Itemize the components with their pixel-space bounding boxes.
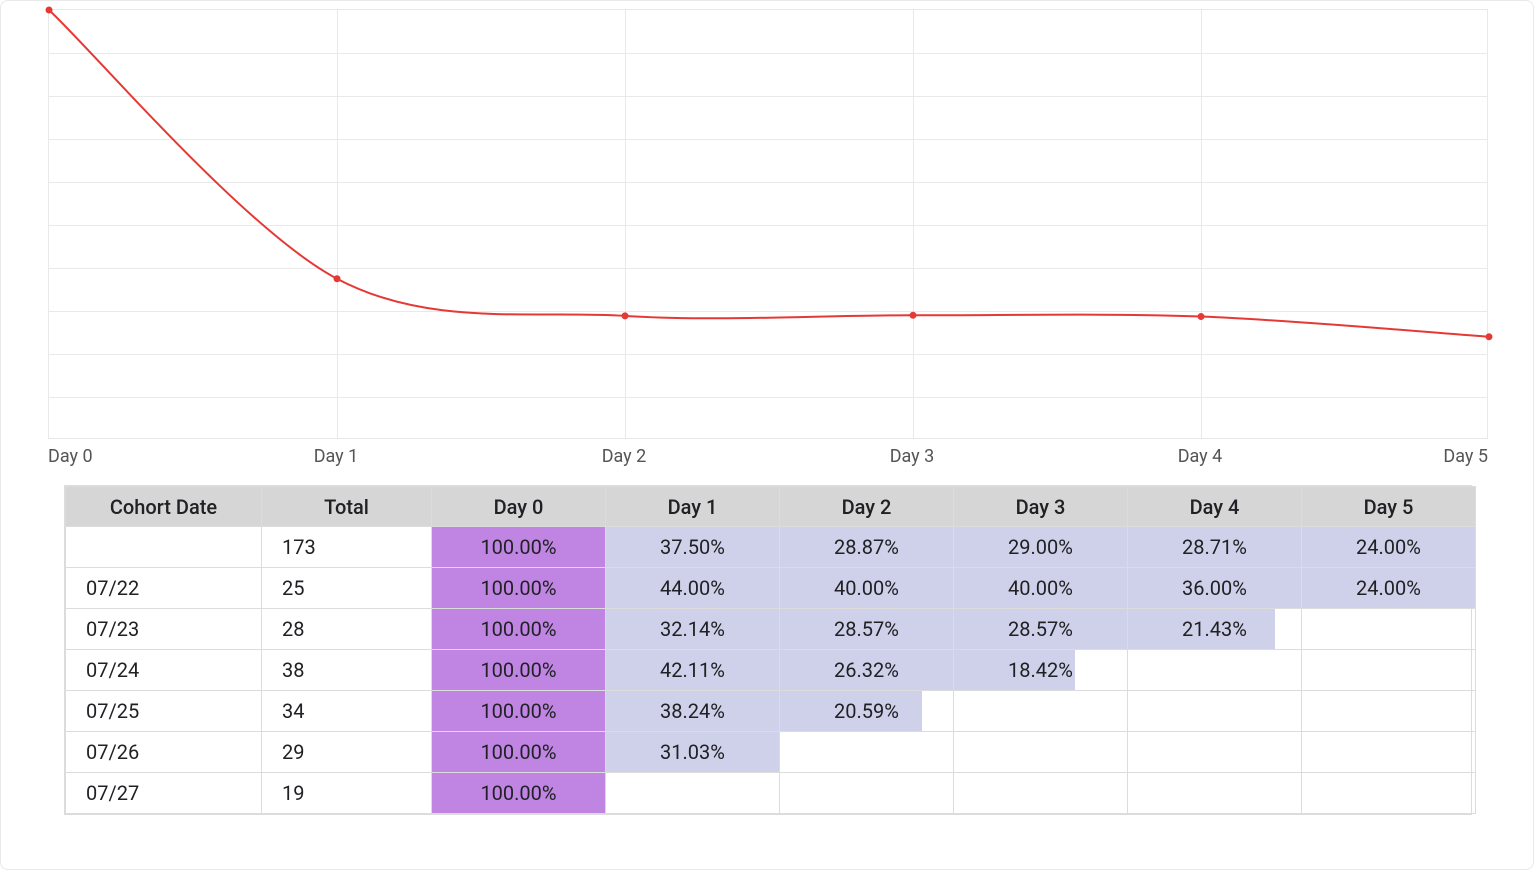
retention-cell: 40.00% — [780, 568, 954, 609]
retention-cell: 28.57% — [780, 609, 954, 650]
retention-cell: 20.59% — [780, 691, 954, 732]
column-header[interactable]: Cohort Date — [66, 487, 262, 527]
retention-cell: 24.00% — [1302, 568, 1476, 609]
cohort-table: Cohort DateTotalDay 0Day 1Day 2Day 3Day … — [64, 485, 1472, 815]
retention-cell: 40.00% — [954, 568, 1128, 609]
retention-cell: 38.24% — [606, 691, 780, 732]
x-axis-tick-label: Day 3 — [890, 446, 935, 467]
retention-cell: 18.42% — [954, 650, 1128, 691]
retention-cell: 44.00% — [606, 568, 780, 609]
column-header[interactable]: Day 2 — [780, 487, 954, 527]
column-header[interactable]: Day 5 — [1302, 487, 1476, 527]
x-axis-tick-label: Day 5 — [1443, 446, 1488, 467]
retention-cell: 100.00% — [432, 691, 606, 732]
cohort-date-cell — [66, 527, 262, 568]
table-row: 07/2629100.00%31.03% — [66, 732, 1476, 773]
table-row: 07/2438100.00%42.11%26.32%18.42% — [66, 650, 1476, 691]
retention-cell — [1128, 732, 1302, 773]
retention-cell: 28.57% — [954, 609, 1128, 650]
retention-cell: 100.00% — [432, 568, 606, 609]
table-row: 07/2328100.00%32.14%28.57%28.57%21.43% — [66, 609, 1476, 650]
retention-cell — [1128, 773, 1302, 814]
retention-cell: 21.43% — [1128, 609, 1302, 650]
table-row: 07/2534100.00%38.24%20.59% — [66, 691, 1476, 732]
x-axis-tick-label: Day 4 — [1178, 446, 1223, 467]
table-row: 07/2225100.00%44.00%40.00%40.00%36.00%24… — [66, 568, 1476, 609]
retention-cell: 28.87% — [780, 527, 954, 568]
retention-cell: 100.00% — [432, 732, 606, 773]
retention-cell: 100.00% — [432, 609, 606, 650]
chart-x-axis-labels: Day 0 Day 1 Day 2 Day 3 Day 4 Day 5 — [48, 446, 1488, 470]
x-axis-tick-label: Day 1 — [314, 446, 359, 467]
retention-cell — [780, 773, 954, 814]
total-cell: 34 — [262, 691, 432, 732]
total-cell: 19 — [262, 773, 432, 814]
table-body: 173100.00%37.50%28.87%29.00%28.71%24.00%… — [66, 527, 1476, 814]
total-cell: 29 — [262, 732, 432, 773]
cohort-date-cell: 07/23 — [66, 609, 262, 650]
retention-cell — [1302, 650, 1476, 691]
retention-cell — [1128, 691, 1302, 732]
retention-cell: 31.03% — [606, 732, 780, 773]
retention-cell — [1302, 609, 1476, 650]
retention-cell: 32.14% — [606, 609, 780, 650]
x-axis-tick-label: Day 0 — [48, 446, 93, 467]
column-header[interactable]: Total — [262, 487, 432, 527]
retention-cell — [1302, 773, 1476, 814]
cohort-date-cell: 07/27 — [66, 773, 262, 814]
retention-cell: 42.11% — [606, 650, 780, 691]
retention-cell: 36.00% — [1128, 568, 1302, 609]
cohort-date-cell: 07/25 — [66, 691, 262, 732]
retention-cell: 100.00% — [432, 527, 606, 568]
retention-cell — [954, 691, 1128, 732]
cohort-date-cell: 07/24 — [66, 650, 262, 691]
table-row: 173100.00%37.50%28.87%29.00%28.71%24.00% — [66, 527, 1476, 568]
retention-cell — [1128, 650, 1302, 691]
retention-cell — [780, 732, 954, 773]
retention-cell: 100.00% — [432, 650, 606, 691]
column-header[interactable]: Day 0 — [432, 487, 606, 527]
retention-cell: 37.50% — [606, 527, 780, 568]
retention-cell — [954, 773, 1128, 814]
retention-cell: 100.00% — [432, 773, 606, 814]
column-header[interactable]: Day 3 — [954, 487, 1128, 527]
x-axis-tick-label: Day 2 — [602, 446, 647, 467]
retention-cell: 26.32% — [780, 650, 954, 691]
table-header-row: Cohort DateTotalDay 0Day 1Day 2Day 3Day … — [66, 487, 1476, 527]
retention-cell: 28.71% — [1128, 527, 1302, 568]
cohort-date-cell: 07/26 — [66, 732, 262, 773]
total-cell: 173 — [262, 527, 432, 568]
total-cell: 38 — [262, 650, 432, 691]
retention-cell — [1302, 691, 1476, 732]
retention-cell — [606, 773, 780, 814]
table-row: 07/2719100.00% — [66, 773, 1476, 814]
cohort-date-cell: 07/22 — [66, 568, 262, 609]
column-header[interactable]: Day 1 — [606, 487, 780, 527]
chart-svg — [49, 10, 1489, 440]
total-cell: 28 — [262, 609, 432, 650]
retention-line-chart[interactable] — [48, 9, 1488, 439]
retention-cell: 29.00% — [954, 527, 1128, 568]
total-cell: 25 — [262, 568, 432, 609]
retention-cell — [1302, 732, 1476, 773]
cohort-retention-panel: Day 0Day 1Day 2Day 3Day 4Day 5 Cohort Da… — [0, 0, 1534, 870]
retention-cell: 24.00% — [1302, 527, 1476, 568]
retention-cell — [954, 732, 1128, 773]
column-header[interactable]: Day 4 — [1128, 487, 1302, 527]
